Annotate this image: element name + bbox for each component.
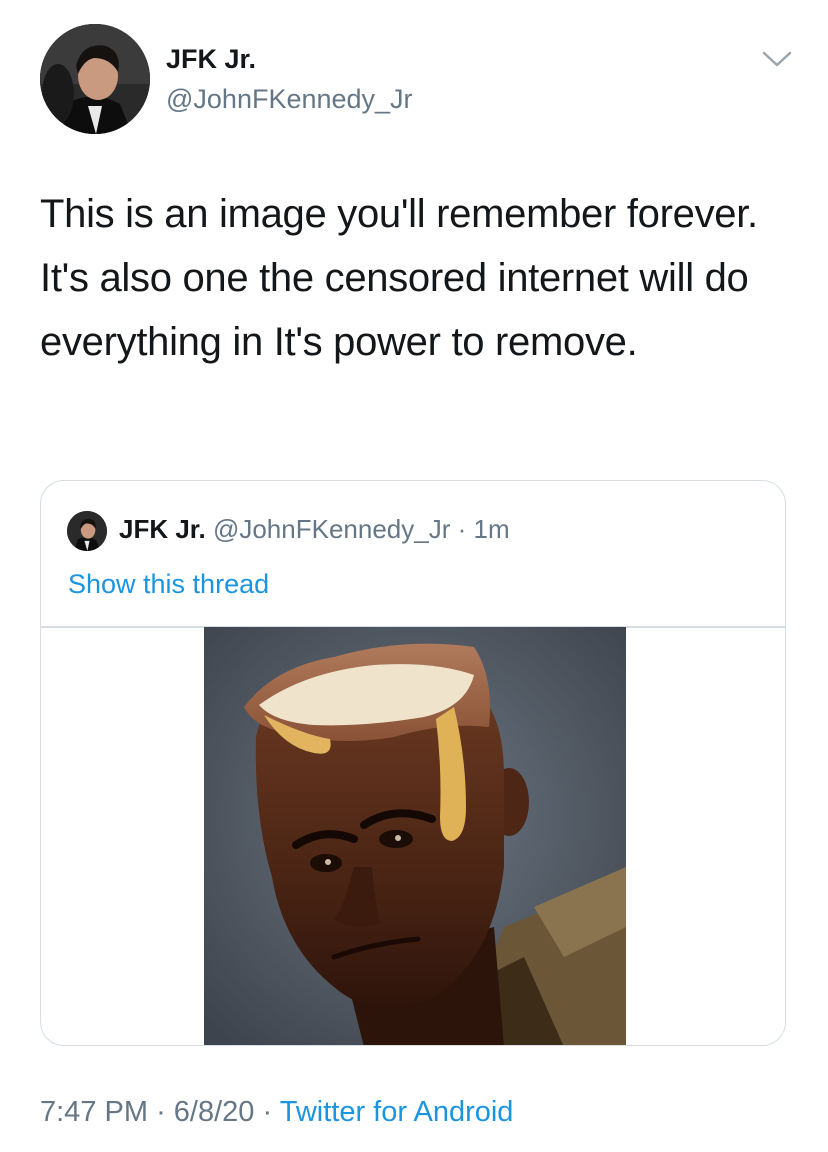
quote-avatar — [67, 511, 107, 551]
tweet-text: This is an image you'll remember forever… — [40, 192, 758, 364]
quote-separator: · — [457, 514, 467, 544]
chevron-down-icon[interactable] — [760, 48, 794, 70]
quote-handle: @JohnFKennedy_Jr — [212, 514, 451, 544]
author-display-name[interactable]: JFK Jr. — [166, 44, 256, 75]
meta-separator: · — [156, 1096, 166, 1128]
quote-avatar-photo — [67, 511, 107, 551]
quoted-tweet-card[interactable]: JFK Jr. @JohnFKennedy_Jr · 1m Show this … — [40, 480, 786, 1046]
show-thread-link[interactable]: Show this thread — [68, 569, 269, 600]
quoted-media-image[interactable] — [204, 627, 626, 1045]
quote-timestamp: 1m — [473, 514, 510, 544]
author-handle[interactable]: @JohnFKennedy_Jr — [166, 84, 413, 115]
tweet-source-link[interactable]: Twitter for Android — [280, 1096, 514, 1128]
tweet-meta: 7:47 PM · 6/8/20 · Twitter for Android — [40, 1096, 513, 1129]
tweet-date: 6/8/20 — [173, 1096, 255, 1128]
quote-display-name: JFK Jr. — [119, 514, 206, 544]
author-avatar[interactable] — [40, 24, 150, 134]
tweet-time: 7:47 PM — [40, 1096, 148, 1128]
quote-header: JFK Jr. @JohnFKennedy_Jr · 1m — [119, 514, 510, 545]
portrait-image — [204, 627, 626, 1045]
avatar-photo — [40, 24, 150, 134]
meta-separator: · — [262, 1096, 273, 1128]
